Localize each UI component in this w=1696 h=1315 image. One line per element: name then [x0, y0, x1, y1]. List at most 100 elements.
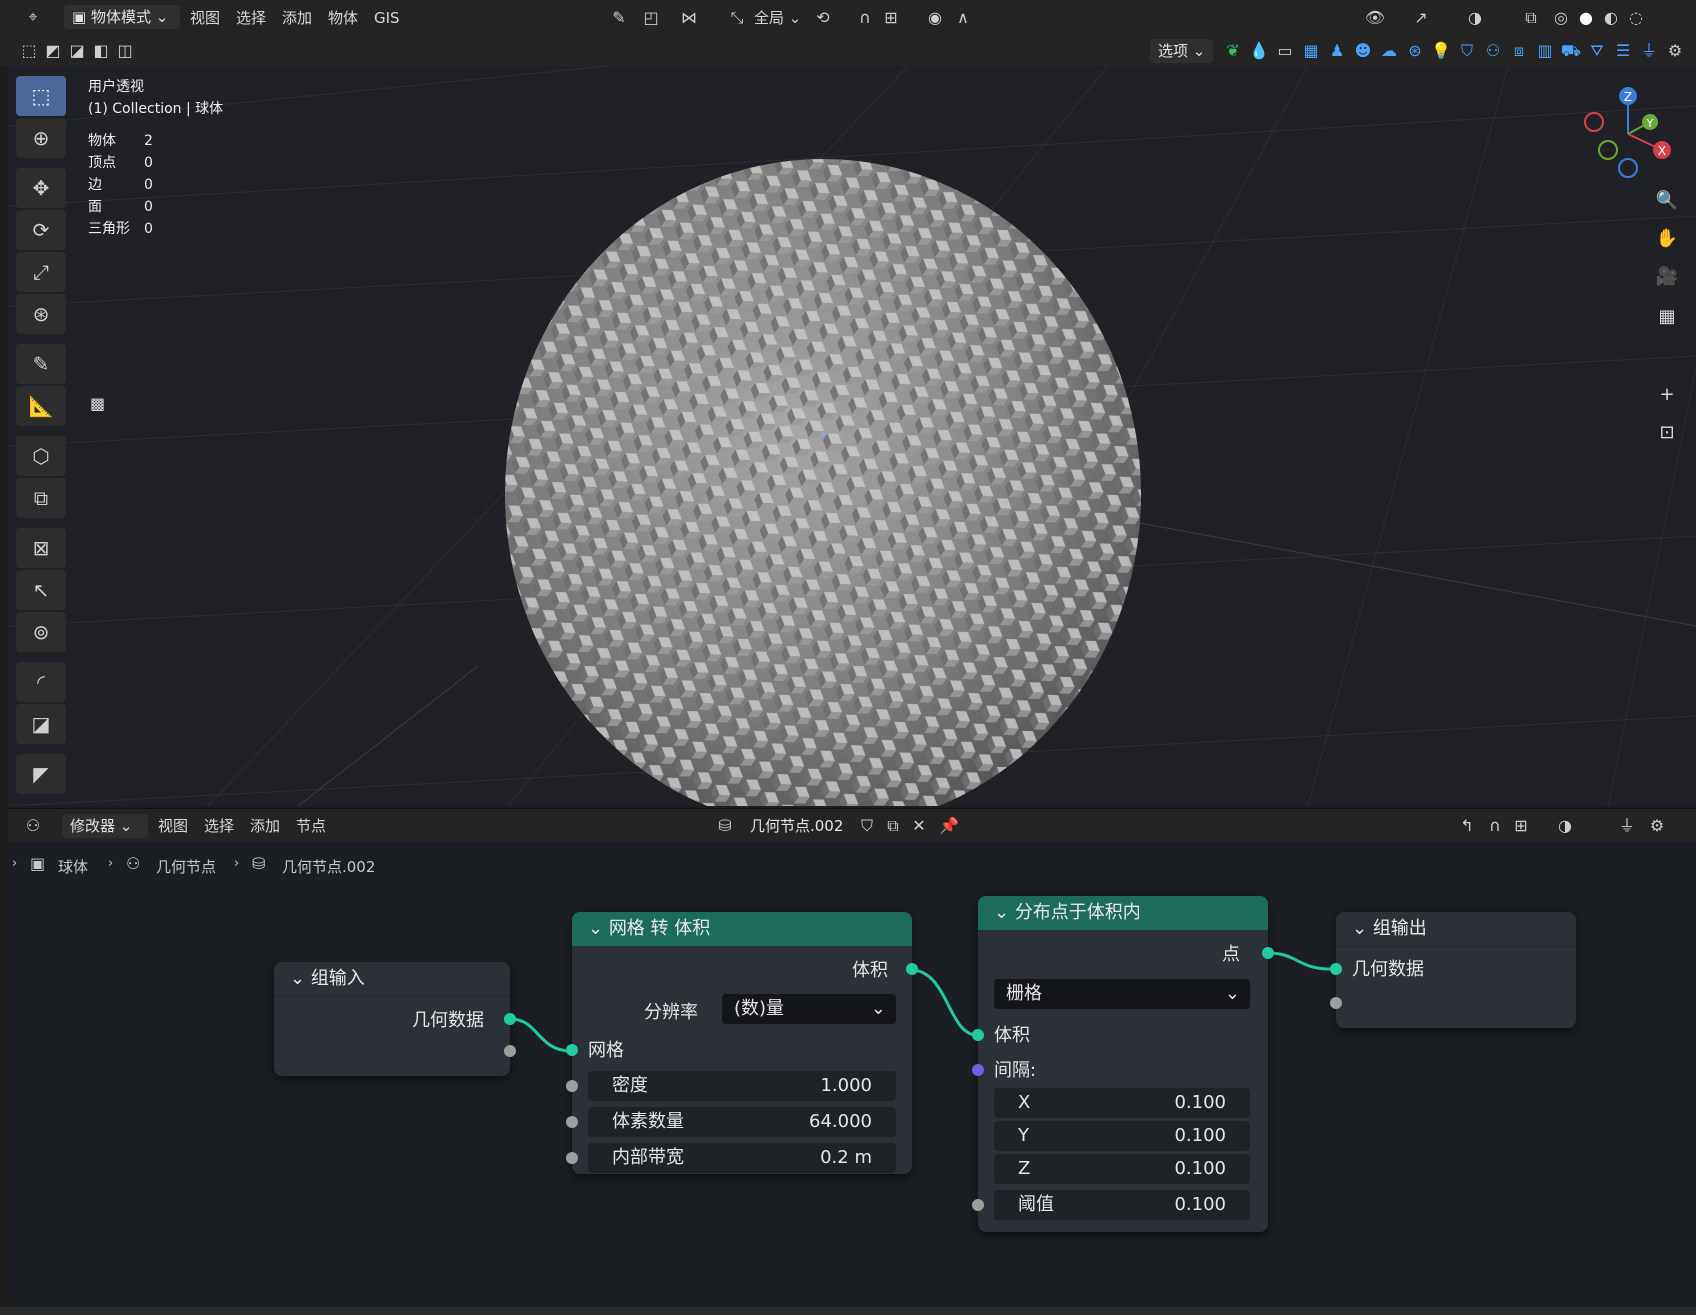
input-socket-spacing[interactable] — [972, 1064, 984, 1076]
threshold-field[interactable]: 阈值 0.100 — [994, 1190, 1250, 1220]
falloff-icon[interactable]: ∧ — [952, 7, 974, 29]
output-socket-volume[interactable] — [906, 963, 918, 975]
menu-object[interactable]: 物体 — [322, 6, 364, 30]
node-group-output[interactable]: ⌄ 组输出 几何数据 — [1330, 912, 1576, 1028]
cursor-move-tool-icon[interactable]: ↖ — [16, 570, 66, 610]
ortho-grid-icon[interactable]: ▦ — [1652, 302, 1682, 332]
scale-tool-icon[interactable]: ⤢ — [16, 252, 66, 292]
collapse-chevron-icon[interactable]: ⌄ — [588, 918, 609, 939]
input-socket-density[interactable] — [566, 1080, 578, 1092]
node-header[interactable]: ⌄ 组输出 — [1336, 912, 1576, 947]
solid-shading-icon[interactable]: ● — [1575, 7, 1597, 29]
ne-menu-node[interactable]: 节点 — [290, 814, 332, 838]
film-icon[interactable]: ⊛ — [1404, 40, 1426, 62]
add-icon[interactable]: + — [1652, 380, 1682, 410]
node-tree-browse-icon[interactable]: ⛁ — [714, 815, 736, 837]
3d-viewport[interactable]: 用户透视 (1) Collection | 球体 物体 2 顶点 0 边0 面0 三… — [8, 66, 1696, 806]
checker-icon[interactable]: ▩ — [90, 394, 110, 414]
ne-settings-gear-icon[interactable]: ⚙ — [1646, 815, 1668, 837]
editor-type-icon[interactable]: ⌖ — [22, 6, 44, 28]
axis-gizmo[interactable]: Z Y X — [1576, 78, 1676, 178]
ne-menu-view[interactable]: 视图 — [152, 814, 194, 838]
car-icon[interactable]: ⛟ — [1560, 40, 1582, 62]
measure-tool-icon[interactable]: 📐 — [16, 386, 66, 426]
knife-tool-icon[interactable]: ◤ — [16, 754, 66, 794]
image-icon[interactable]: ▦ — [1300, 40, 1322, 62]
box-select-tool-icon[interactable]: ⊠ — [16, 528, 66, 568]
mode-selector[interactable]: ▣ 物体模式 ⌄ — [64, 5, 180, 29]
overlay-icon[interactable]: ◑ — [1464, 7, 1486, 29]
snap-target-icon[interactable]: ◰ — [640, 7, 662, 29]
zoom-icon[interactable]: 🔍 — [1652, 186, 1682, 216]
curve-tool-icon[interactable]: ◜ — [16, 662, 66, 702]
fake-user-shield-icon[interactable]: ⛉ — [856, 815, 878, 837]
pan-hand-icon[interactable]: ✋ — [1652, 224, 1682, 254]
material-shading-icon[interactable]: ◐ — [1600, 7, 1622, 29]
ne-snap-icon[interactable]: ⊞ — [1510, 815, 1532, 837]
cloud-icon[interactable]: ☁ — [1378, 40, 1400, 62]
select-intersect-icon[interactable]: ◫ — [114, 40, 136, 62]
rotate-tool-icon[interactable]: ⟳ — [16, 210, 66, 250]
frame-selected-icon[interactable]: ⊡ — [1652, 418, 1682, 448]
nodes-icon[interactable]: ⧈ — [1508, 40, 1530, 62]
collapse-chevron-icon[interactable]: ⌄ — [1352, 918, 1373, 939]
output-socket-empty[interactable] — [504, 1045, 516, 1057]
rendered-shading-icon[interactable]: ◌ — [1625, 7, 1647, 29]
node-editor-type-icon[interactable]: ⚇ — [22, 815, 44, 837]
input-socket-volume[interactable] — [972, 1029, 984, 1041]
node-mesh-to-volume[interactable]: ⌄ 网格 转 体积 体积 分辨率 (数)量 ⌄ 网格 密度 1.000 体素数量… — [566, 912, 918, 1174]
window-icon[interactable]: ▭ — [1274, 40, 1296, 62]
editor-context-dropdown[interactable]: 修改器 ⌄ — [62, 814, 148, 838]
menu-gis[interactable]: GIS — [368, 6, 406, 30]
select-box-tool-icon[interactable]: ⬚ — [16, 76, 66, 116]
node-header[interactable]: ⌄ 网格 转 体积 — [572, 912, 912, 946]
menu-view[interactable]: 视图 — [184, 6, 226, 30]
input-socket-mesh[interactable] — [566, 1044, 578, 1056]
ne-overlay-icon[interactable]: ◑ — [1554, 815, 1576, 837]
menu-select[interactable]: 选择 — [230, 6, 272, 30]
ne-menu-add[interactable]: 添加 — [244, 814, 286, 838]
output-socket-points[interactable] — [1262, 947, 1274, 959]
output-socket-geometry[interactable] — [504, 1013, 516, 1025]
annotate-tool-icon[interactable]: ✎ — [16, 344, 66, 384]
cursor-tool-icon[interactable]: ⊕ — [16, 118, 66, 158]
input-socket-interior-band[interactable] — [566, 1152, 578, 1164]
inset-tool-icon[interactable]: ◪ — [16, 704, 66, 744]
duplicate-icon[interactable]: ⧉ — [882, 815, 904, 837]
ne-menu-select[interactable]: 选择 — [198, 814, 240, 838]
ne-filter-icon[interactable]: ⏚ — [1616, 815, 1638, 837]
pin-icon[interactable]: 📌 — [938, 815, 960, 837]
close-icon[interactable]: ✕ — [908, 815, 930, 837]
breadcrumb-modifier[interactable]: 几何节点 — [156, 856, 216, 877]
menu-add[interactable]: 添加 — [276, 6, 318, 30]
options-dropdown[interactable]: 选项 ⌄ — [1150, 39, 1214, 63]
node-header[interactable]: ⌄ 组输入 — [274, 962, 510, 997]
filter-icon[interactable]: ⏚ — [1638, 40, 1660, 62]
node-canvas[interactable]: ⌄ 组输入 几何数据 ⌄ 网格 转 体积 体积 分辨率 (数)量 ⌄ 网格 密度… — [8, 890, 1696, 1307]
select-invert-icon[interactable]: ◧ — [90, 40, 112, 62]
spacing-y-field[interactable]: Y 0.100 — [994, 1121, 1250, 1151]
spacing-z-field[interactable]: Z 0.100 — [994, 1154, 1250, 1184]
figure-icon[interactable]: ⚇ — [1482, 40, 1504, 62]
collapse-chevron-icon[interactable]: ⌄ — [290, 968, 311, 989]
add-cube-tool-icon[interactable]: ⬡ — [16, 436, 66, 476]
node-distribute-points-in-volume[interactable]: ⌄ 分布点于体积内 点 栅格 ⌄ 体积 间隔: X 0.100 Y 0.100 … — [972, 896, 1274, 1232]
move-tool-icon[interactable]: ✥ — [16, 168, 66, 208]
breadcrumb-tree[interactable]: 几何节点.002 — [282, 856, 375, 877]
input-socket-voxel-amount[interactable] — [566, 1116, 578, 1128]
magnet-icon[interactable]: ∩ — [854, 7, 876, 29]
proportional-edit-icon[interactable]: ◉ — [924, 7, 946, 29]
settings-gear-icon[interactable]: ⚙ — [1664, 40, 1686, 62]
parent-node-icon[interactable]: ↰ — [1456, 815, 1478, 837]
people-icon[interactable]: ♟ — [1326, 40, 1348, 62]
transform-orientation-icon[interactable]: ⤡ — [726, 7, 748, 29]
pivot-tool-icon[interactable]: ⊚ — [16, 612, 66, 652]
leaf-icon[interactable]: ❦ — [1222, 40, 1244, 62]
eyedropper-icon[interactable]: ✎ — [608, 7, 630, 29]
transform-tool-icon[interactable]: ⊛ — [16, 294, 66, 334]
input-socket-empty[interactable] — [1330, 997, 1342, 1009]
road-icon[interactable]: ⛛ — [1586, 40, 1608, 62]
select-extend-icon[interactable]: ◩ — [42, 40, 64, 62]
spacing-x-field[interactable]: X 0.100 — [994, 1088, 1250, 1118]
resolution-dropdown[interactable]: (数)量 ⌄ — [722, 994, 896, 1024]
